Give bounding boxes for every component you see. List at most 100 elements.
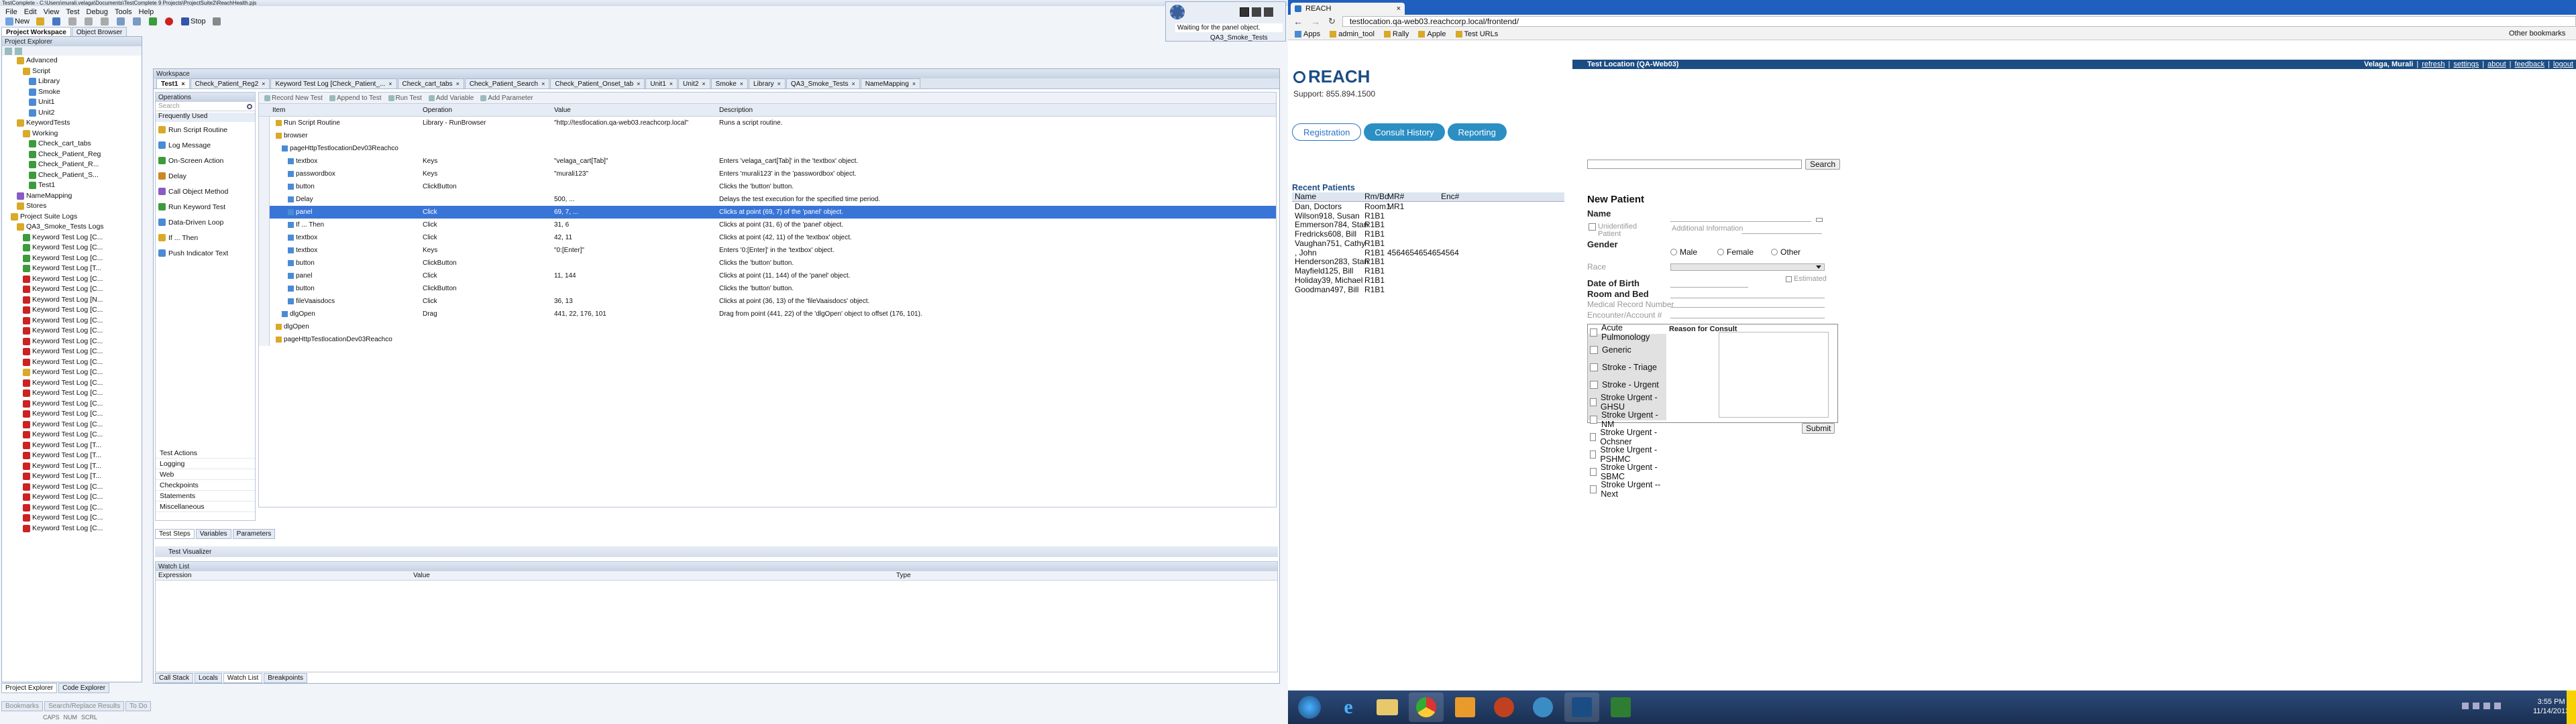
consult-type-item[interactable]: Generic (1587, 341, 1666, 359)
name-options-button[interactable] (1816, 218, 1823, 222)
patient-column-header[interactable]: Rm/Bd (1362, 192, 1389, 201)
patient-row[interactable]: , John R1B1 4564654654654564 (1292, 248, 1564, 257)
patient-row[interactable]: Fredricks608, Bill R1B1 (1292, 229, 1564, 239)
test-step-row[interactable]: If ... Then Click 31, 6 Clicks at point (31… (259, 219, 1276, 231)
grid-column-header[interactable]: Item (270, 107, 420, 114)
watch-column-header[interactable]: Value (411, 572, 894, 579)
radio-icon[interactable] (1771, 249, 1778, 255)
menu-debug[interactable]: Debug (87, 8, 108, 16)
nav-consult-history[interactable]: Consult History (1364, 123, 1445, 141)
gender-option[interactable]: Female (1717, 247, 1754, 257)
consult-checkbox[interactable] (1590, 450, 1597, 459)
other-bookmarks[interactable]: Other bookmarks (2509, 29, 2565, 38)
chrome-taskbar-icon[interactable] (1409, 692, 1444, 722)
tab-left-bottom-1[interactable]: Code Explorer (58, 683, 110, 693)
tree-item[interactable]: Keyword Test Log [T... (5, 471, 142, 482)
consult-type-item[interactable]: Stroke Urgent - PSHMC (1587, 445, 1666, 464)
mrn-field[interactable] (1670, 300, 1825, 308)
doc-tab[interactable]: Check_cart_tabs × (397, 78, 464, 88)
consult-type-item[interactable]: Stroke Urgent - NM (1587, 410, 1666, 429)
consult-checkbox[interactable] (1590, 485, 1597, 493)
pause-button[interactable] (210, 16, 225, 27)
cut-button[interactable] (66, 16, 80, 27)
tab-status-1[interactable]: Search/Replace Results (44, 701, 125, 711)
operation-item[interactable]: If ... Then (156, 230, 255, 245)
tree-item[interactable]: Keyword Test Log [T... (5, 450, 142, 461)
tree-item[interactable]: Library (5, 76, 142, 87)
radio-icon[interactable] (1717, 249, 1724, 255)
nav-registration[interactable]: Registration (1292, 123, 1362, 141)
test-step-row[interactable]: pageHttpTestlocationDev03Reachco (259, 333, 1276, 346)
patient-row[interactable]: Holiday39, Michael R1B1 (1292, 276, 1564, 285)
nav-reporting[interactable]: Reporting (1447, 123, 1507, 141)
gender-option[interactable]: Other (1771, 247, 1801, 257)
test-step-row[interactable]: button ClickButton Clicks the 'button' but… (259, 257, 1276, 269)
start-button[interactable] (1292, 692, 1327, 722)
tree-item[interactable]: Keyword Test Log [C... (5, 513, 142, 524)
header-link-feedback[interactable]: feedback (2515, 60, 2545, 68)
patient-column-header[interactable]: MR# (1385, 192, 1438, 201)
refresh-icon[interactable] (15, 47, 22, 55)
tree-item[interactable]: Keyword Test Log [C... (5, 482, 142, 493)
watch-column-header[interactable]: Type (894, 572, 1095, 579)
patient-row[interactable]: Vaughan751, Cathy R1B1 (1292, 239, 1564, 248)
submit-button[interactable]: Submit (1802, 423, 1835, 434)
tree-item[interactable]: Keyword Test Log [C... (5, 367, 142, 378)
menu-edit[interactable]: Edit (24, 8, 37, 16)
tree-item[interactable]: Keyword Test Log [C... (5, 284, 142, 295)
tab-close-icon[interactable]: × (1397, 3, 1401, 15)
tree-item[interactable]: Keyword Test Log [C... (5, 492, 142, 503)
new-button[interactable]: New (3, 16, 32, 27)
show-desktop-button[interactable] (2567, 690, 2576, 724)
tab-left-1[interactable]: Object Browser (71, 27, 127, 37)
patient-column-header[interactable]: Enc# (1438, 192, 1459, 201)
popup-pause-button[interactable] (1252, 7, 1261, 17)
operation-item[interactable]: On-Screen Action (156, 153, 255, 168)
run-button[interactable] (146, 16, 161, 27)
menu-view[interactable]: View (44, 8, 60, 16)
keyword-bottom-tab[interactable]: Variables (195, 528, 231, 539)
doc-tab[interactable]: NameMapping × (860, 78, 921, 88)
patient-row[interactable]: Goodman497, Bill R1B1 (1292, 285, 1564, 294)
tree-item[interactable]: KeywordTests (5, 118, 142, 129)
tab-left-0[interactable]: Project Workspace (1, 27, 71, 37)
stop-button[interactable]: Stop (178, 16, 209, 27)
doc-tab[interactable]: Check_Patient_Search × (464, 78, 550, 88)
tree-item[interactable]: Test1 (5, 180, 142, 191)
tree-item[interactable]: Keyword Test Log [N... (5, 295, 142, 306)
operation-item[interactable]: Delay (156, 168, 255, 184)
tree-item[interactable]: Working (5, 129, 142, 139)
record-button[interactable] (162, 16, 177, 27)
ie-taskbar-icon[interactable]: e (1331, 692, 1366, 722)
header-link-about[interactable]: about (2487, 60, 2506, 68)
tab-close-icon[interactable]: × (637, 80, 640, 87)
tree-item[interactable]: Keyword Test Log [C... (5, 326, 142, 337)
tree-item[interactable]: QA3_Smoke_Tests Logs (5, 222, 142, 233)
patient-search-input[interactable] (1587, 160, 1802, 169)
patient-column-header[interactable]: Name (1292, 192, 1362, 201)
tree-item[interactable]: Check_Patient_S... (5, 170, 142, 181)
tab-status-0[interactable]: Bookmarks (1, 701, 44, 711)
bookmark-item[interactable]: Rally (1383, 30, 1409, 38)
test-step-row[interactable]: textbox Keys "velaga_cart[Tab]" Enters 'vel… (259, 155, 1276, 168)
operation-category[interactable]: Logging (156, 459, 255, 469)
tree-item[interactable]: Keyword Test Log [C... (5, 253, 142, 264)
tree-item[interactable]: Smoke (5, 87, 142, 98)
explorer-taskbar-icon[interactable] (1370, 692, 1405, 722)
test-step-row[interactable]: passwordbox Keys "murali123" Enters 'murali… (259, 168, 1276, 180)
lync-taskbar-icon[interactable] (1487, 692, 1521, 722)
paste-button[interactable] (98, 16, 113, 27)
chrome-tab-reach[interactable]: REACH × (1291, 3, 1405, 15)
keyword-toolbar-button[interactable]: Append to Test (327, 93, 384, 104)
tab-close-icon[interactable]: × (852, 80, 855, 87)
consult-checkbox[interactable] (1590, 433, 1597, 441)
test-step-row[interactable]: button ClickButton Clicks the 'button' but… (259, 282, 1276, 295)
debug-tab[interactable]: Call Stack (155, 673, 194, 683)
operation-category[interactable]: Test Actions (156, 448, 255, 459)
forward-icon[interactable]: → (1311, 16, 1320, 27)
bookmark-item[interactable]: Apps (1295, 30, 1320, 38)
additional-info-field[interactable] (1741, 233, 1822, 234)
menu-file[interactable]: File (5, 8, 17, 16)
tab-close-icon[interactable]: × (702, 80, 705, 87)
header-link-settings[interactable]: settings (2453, 60, 2479, 68)
